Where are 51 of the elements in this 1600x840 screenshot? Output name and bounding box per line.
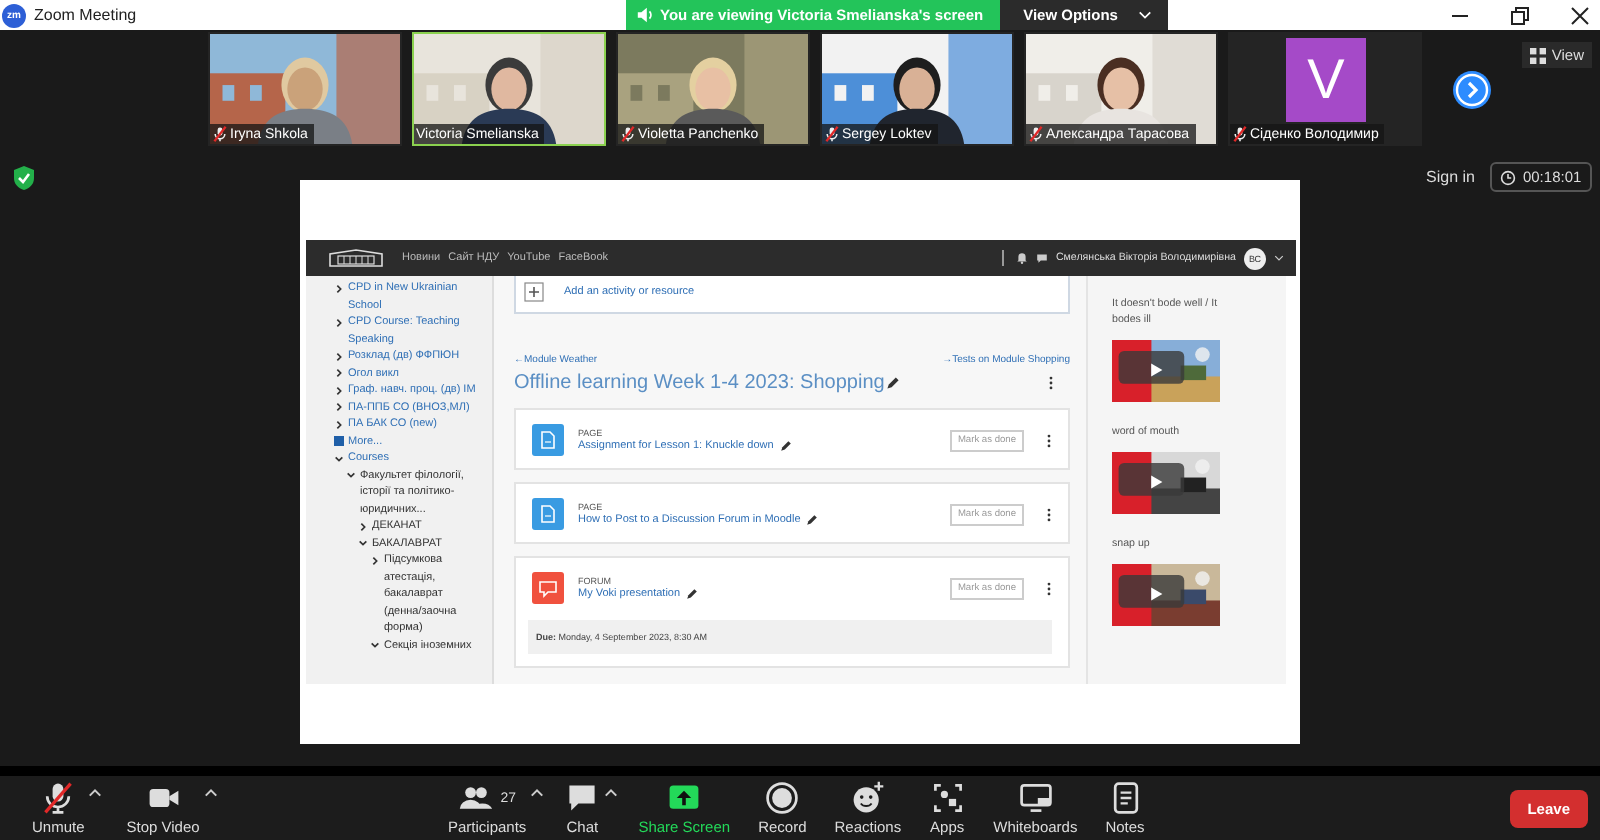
grid-icon xyxy=(1529,47,1546,63)
chevron-icon[interactable] xyxy=(370,555,380,565)
caret-icon[interactable] xyxy=(604,788,619,798)
chevron-icon[interactable] xyxy=(358,538,368,548)
kebab-icon[interactable] xyxy=(1046,433,1052,447)
chevron-icon[interactable] xyxy=(346,470,356,480)
chevron-icon[interactable] xyxy=(334,368,344,378)
forum-icon xyxy=(532,572,564,604)
apps-icon xyxy=(929,780,966,816)
bell-icon[interactable] xyxy=(1015,252,1028,264)
caret-icon[interactable] xyxy=(1274,254,1284,262)
page-icon xyxy=(532,498,564,530)
speaker-icon xyxy=(636,6,654,24)
shield-icon xyxy=(14,166,34,190)
pencil-icon[interactable] xyxy=(779,440,792,452)
caret-icon xyxy=(1137,10,1152,20)
chevron-icon[interactable] xyxy=(334,351,344,361)
caret-icon[interactable] xyxy=(88,788,103,798)
smiley-icon xyxy=(849,780,886,816)
chat-bubble-icon[interactable] xyxy=(1035,252,1048,264)
close-icon[interactable] xyxy=(1570,5,1590,25)
window-title: Zoom Meeting xyxy=(34,6,139,24)
plus-icon[interactable] xyxy=(524,282,544,302)
kebab-icon[interactable] xyxy=(1046,581,1052,595)
page-icon xyxy=(532,424,564,456)
caret-icon[interactable] xyxy=(203,788,218,798)
chevron-icon[interactable] xyxy=(334,402,344,412)
chevron-icon[interactable] xyxy=(334,453,344,463)
avatar-initial: V xyxy=(1286,38,1366,122)
chat-icon xyxy=(564,780,601,816)
chevron-icon[interactable] xyxy=(334,283,344,293)
caret-icon[interactable] xyxy=(530,788,545,798)
clock-icon xyxy=(1500,169,1517,185)
sign-in-link[interactable]: Sign in xyxy=(1426,168,1475,186)
chevron-icon[interactable] xyxy=(334,385,344,395)
pencil-icon[interactable] xyxy=(886,376,901,390)
kebab-icon[interactable] xyxy=(1048,376,1054,390)
restore-icon[interactable] xyxy=(1510,5,1530,25)
chevron-icon[interactable] xyxy=(334,419,344,429)
pencil-icon[interactable] xyxy=(806,514,819,526)
chevron-icon[interactable] xyxy=(370,640,380,650)
whiteboard-icon xyxy=(1017,780,1054,816)
building-logo-icon[interactable] xyxy=(326,248,386,268)
next-page-icon[interactable] xyxy=(1452,69,1492,109)
record-icon xyxy=(764,780,801,816)
kebab-icon[interactable] xyxy=(1046,507,1052,521)
square-icon xyxy=(334,436,344,446)
section-title: Offline learning Week 1-4 2023: Shopping xyxy=(514,372,885,394)
pencil-icon[interactable] xyxy=(686,588,699,600)
chevron-icon[interactable] xyxy=(358,521,368,531)
chevron-icon[interactable] xyxy=(334,317,344,327)
